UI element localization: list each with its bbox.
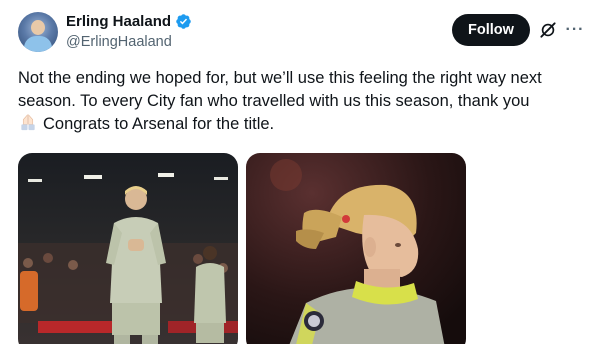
tweet-text-line-3-wrapper: Congrats to Arsenal for the title. (18, 113, 593, 136)
avatar-head (31, 20, 45, 35)
author-handle[interactable]: @ErlingHaaland (66, 34, 172, 50)
verified-badge-icon (176, 14, 191, 29)
photo-applauding-fans[interactable] (18, 153, 238, 344)
follow-button[interactable]: Follow (452, 14, 530, 46)
photo-haaland-closeup[interactable] (246, 153, 466, 344)
folded-hands-icon (21, 114, 35, 131)
tweet-text-line-1: Not the ending we hoped for, but we’ll u… (18, 69, 542, 87)
author-avatar[interactable] (18, 12, 58, 52)
author-display-name[interactable]: Erling Haaland (66, 13, 171, 30)
author-name-row: Erling Haaland (66, 13, 192, 30)
tweet-text-line-3: Congrats to Arsenal for the title. (43, 115, 275, 133)
tweet-card: Erling Haaland @ErlingHaaland Follow ···… (0, 0, 609, 344)
tweet-text: Not the ending we hoped for, but we’ll u… (18, 67, 593, 136)
avatar-body (24, 36, 52, 52)
more-icon[interactable]: ··· (563, 18, 587, 42)
tweet-text-line-2: season. To every City fan who travelled … (18, 92, 530, 110)
grok-icon[interactable] (538, 20, 558, 40)
